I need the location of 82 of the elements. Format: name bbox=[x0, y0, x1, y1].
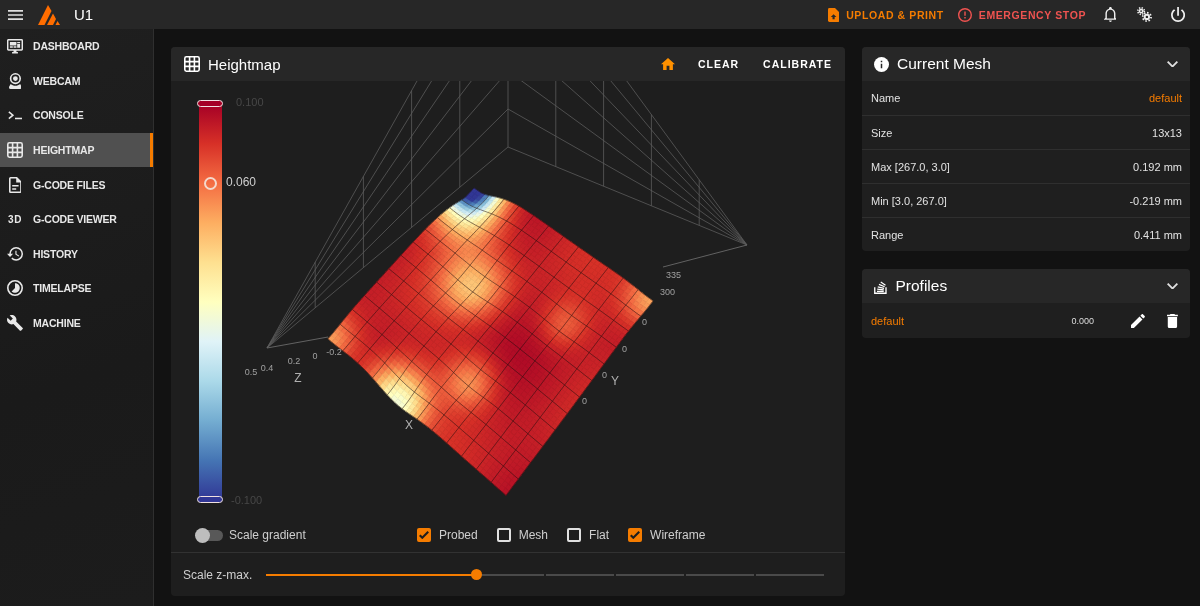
z-axis-line bbox=[266, 336, 329, 349]
tick-label: 335 bbox=[666, 270, 682, 280]
timelapse-icon bbox=[7, 280, 23, 297]
chevron-down-icon bbox=[1166, 282, 1178, 290]
check-icon bbox=[419, 530, 429, 540]
option-label: Flat bbox=[589, 528, 610, 542]
power-icon bbox=[1170, 7, 1186, 22]
tick-label: 0.2 bbox=[287, 356, 301, 366]
grid-icon bbox=[7, 142, 23, 159]
sidebar-item[interactable]: 3D G-CODE VIEWER bbox=[0, 201, 153, 237]
trash-icon bbox=[1167, 313, 1178, 328]
sidebar-item[interactable]: CONSOLE bbox=[0, 98, 153, 133]
axis-label: X bbox=[405, 418, 413, 432]
chevron-down-icon bbox=[1166, 60, 1178, 68]
card-title: Current Mesh bbox=[897, 55, 991, 73]
sidebar-item[interactable]: HISTORY bbox=[0, 236, 153, 272]
info-icon bbox=[874, 56, 889, 72]
checkbox[interactable] bbox=[417, 528, 431, 542]
range-handle[interactable] bbox=[197, 496, 223, 503]
file-upload-icon bbox=[827, 7, 840, 22]
bell-icon bbox=[1103, 7, 1117, 22]
3d-text-icon: 3D bbox=[8, 213, 22, 225]
home-icon bbox=[660, 58, 675, 70]
checkbox[interactable] bbox=[628, 528, 643, 542]
slider-thumb[interactable] bbox=[470, 569, 482, 580]
option-label: Mesh bbox=[518, 528, 549, 542]
axis-label: Y bbox=[611, 374, 619, 388]
settings-icon bbox=[1136, 7, 1152, 22]
calibrate-button[interactable]: CALIBRATE bbox=[751, 47, 844, 81]
property-label: Size bbox=[871, 126, 893, 139]
tick-label: 0 bbox=[642, 317, 647, 327]
sidebar-item[interactable]: WEBCAM bbox=[0, 63, 153, 99]
property-value: 0.192 mm bbox=[1133, 160, 1182, 173]
property-value: default bbox=[1148, 92, 1182, 104]
console-icon bbox=[8, 111, 22, 120]
axis-label: Z bbox=[294, 371, 302, 385]
scale-marker[interactable] bbox=[204, 176, 217, 190]
sidebar-item[interactable]: G-CODE FILES bbox=[0, 167, 153, 202]
clear-button[interactable]: CLEAR bbox=[685, 47, 752, 81]
upload-print-button[interactable]: UPLOAD & PRINT bbox=[820, 0, 951, 29]
tick-label: 0.4 bbox=[260, 363, 274, 373]
tick-label: 300 bbox=[660, 287, 676, 297]
dashboard-icon bbox=[7, 39, 23, 54]
profile-value: 0.000 bbox=[1071, 315, 1094, 326]
tick-label: -0.2 bbox=[326, 347, 342, 357]
card-title: Heightmap bbox=[208, 55, 281, 73]
slider-label: Scale z-max. bbox=[183, 567, 253, 582]
property-value: -0.219 mm bbox=[1129, 194, 1182, 207]
history-icon bbox=[7, 247, 23, 261]
property-value: 0.411 mm bbox=[1133, 228, 1182, 241]
option-label: Probed bbox=[439, 528, 478, 542]
option-label: Scale gradient bbox=[229, 528, 306, 542]
check-icon bbox=[630, 530, 641, 540]
option-label: Wireframe bbox=[650, 528, 706, 542]
sidebar-item[interactable]: MACHINE bbox=[0, 305, 153, 341]
tick-label: 0.5 bbox=[244, 367, 258, 377]
app-title: U1 bbox=[74, 6, 94, 23]
range-handle[interactable] bbox=[197, 100, 223, 107]
tick-label: 0 bbox=[582, 396, 587, 406]
tick-label: 0 bbox=[312, 351, 318, 361]
emergency-stop-button[interactable]: EMERGENCY STOP bbox=[950, 0, 1093, 29]
scale-value-label: 0.060 bbox=[226, 175, 257, 190]
document-icon bbox=[8, 176, 22, 193]
webcam-icon bbox=[8, 72, 22, 89]
sidebar-item[interactable]: HEIGHTMAP bbox=[0, 132, 153, 168]
profile-name[interactable]: default bbox=[871, 314, 905, 327]
menu-icon bbox=[8, 9, 23, 20]
property-value: 13x13 bbox=[1152, 126, 1182, 139]
sidebar-item[interactable]: DASHBOARD bbox=[0, 29, 153, 64]
card-title: Profiles bbox=[895, 277, 948, 295]
pencil-icon bbox=[1130, 313, 1145, 328]
tick-label: 0 bbox=[622, 344, 627, 354]
property-label: Range bbox=[871, 228, 904, 241]
alert-icon bbox=[957, 7, 972, 22]
property-label: Max [267.0, 3.0] bbox=[871, 160, 950, 173]
property-label: Min [3.0, 267.0] bbox=[871, 194, 947, 207]
wrench-icon bbox=[7, 315, 23, 331]
grid-icon bbox=[184, 56, 200, 72]
sidebar-item[interactable]: TIMELAPSE bbox=[0, 271, 153, 306]
toggle-switch[interactable] bbox=[195, 527, 223, 543]
tick-label: 0 bbox=[602, 370, 607, 380]
property-label: Name bbox=[871, 92, 901, 104]
